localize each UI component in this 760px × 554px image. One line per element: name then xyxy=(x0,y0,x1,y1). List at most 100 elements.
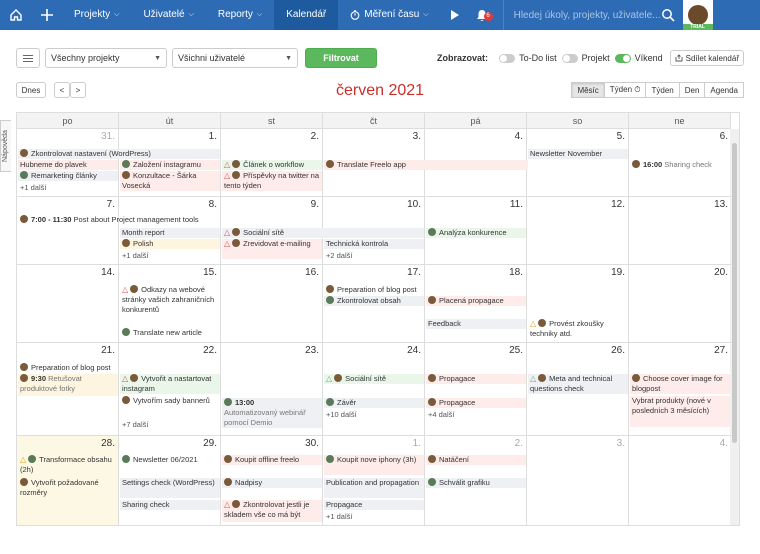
calendar-event[interactable]: Vytvořím sady bannerů xyxy=(120,396,220,416)
day-cell[interactable]: 5. xyxy=(527,129,629,196)
nav-projects[interactable]: Projekty ⌵ xyxy=(62,0,131,30)
calendar-event[interactable]: Koupit offline freelo xyxy=(222,455,322,465)
nav-calendar[interactable]: Kalendář xyxy=(274,0,339,30)
calendar-event[interactable]: Schválit grafiku xyxy=(426,478,526,488)
calendar-event[interactable]: Translate new article xyxy=(120,328,220,338)
calendar-event[interactable]: Nadpisy xyxy=(222,478,322,488)
calendar-event[interactable]: Vybrat produkty (nové v posledních 3 měs… xyxy=(630,396,730,427)
nav-reports[interactable]: Reporty ⌵ xyxy=(206,0,274,30)
filter-button[interactable]: Filtrovat xyxy=(305,48,377,68)
week-row: 14. 15. 16. 17. 18. 19. 20. △ Odkazy na w… xyxy=(17,265,731,343)
more-events-link[interactable]: +1 další xyxy=(326,512,352,521)
calendar-event[interactable]: Translate Freelo app xyxy=(324,160,528,170)
play-icon[interactable] xyxy=(441,9,469,21)
calendar-event[interactable]: Preparation of blog post xyxy=(18,363,220,373)
calendar-event[interactable]: △ Provést zkoušky techniky atd. xyxy=(528,319,628,339)
calendar-event[interactable]: Propagace xyxy=(426,374,526,384)
day-cell[interactable]: 4. xyxy=(629,436,731,525)
calendar-event[interactable]: Newsletter 06/2021 xyxy=(120,455,220,465)
calendar-event[interactable]: Publication and propagation xyxy=(324,478,424,498)
nav-time-tracking[interactable]: Měření času ⌵ xyxy=(338,0,440,30)
home-icon[interactable] xyxy=(0,0,32,30)
view-agenda-button[interactable]: Agenda xyxy=(704,82,744,98)
toggle-switch[interactable] xyxy=(614,53,631,63)
calendar-event[interactable]: 9:30 Retušovat produktové fotky xyxy=(18,374,118,396)
view-week-button[interactable]: Týden xyxy=(645,82,680,98)
more-events-link[interactable]: +7 další xyxy=(122,420,148,429)
menu-icon[interactable] xyxy=(16,48,40,68)
day-cell[interactable]: 14. xyxy=(17,265,119,342)
calendar-event[interactable]: Zkontrolovat nastavení (WordPress) xyxy=(18,149,220,159)
calendar-event[interactable]: Zkontrolovat obsah xyxy=(324,296,424,306)
day-cell[interactable]: 25. xyxy=(425,343,527,435)
calendar-event[interactable]: △ Příspěvky na twitter na tento týden xyxy=(222,171,322,191)
share-calendar-button[interactable]: Sdílet kalendář xyxy=(669,50,744,66)
day-cell[interactable]: 7. xyxy=(17,197,119,264)
view-month-button[interactable]: Měsíc xyxy=(571,82,605,98)
search-input[interactable]: Hledej úkoly, projekty, uživatele... xyxy=(502,0,683,30)
calendar-event[interactable]: Settings check (WordPress) xyxy=(120,478,220,498)
calendar-event[interactable]: Propagace xyxy=(324,500,424,510)
user-avatar[interactable]: TRIAL xyxy=(682,0,713,30)
calendar-event[interactable]: 7:00 - 11:30 Post about Project manageme… xyxy=(18,215,324,225)
calendar-event[interactable]: Newsletter November xyxy=(528,149,628,159)
day-cell[interactable]: 3. xyxy=(527,436,629,525)
toggle-switch[interactable] xyxy=(561,53,578,63)
calendar-event[interactable]: Propagace xyxy=(426,398,526,408)
day-cell[interactable]: 13. xyxy=(629,197,731,264)
more-events-link[interactable]: +2 další xyxy=(326,251,352,260)
user-select[interactable]: Všichni uživatelé ▼ xyxy=(172,48,298,68)
calendar-event[interactable]: Technická kontrola xyxy=(324,239,424,249)
calendar-event[interactable]: Závěr xyxy=(324,398,424,408)
day-cell[interactable]: 20. xyxy=(629,265,731,342)
calendar-event[interactable]: Koupit nove iphony (3h) xyxy=(324,455,424,475)
toggle-todo-list[interactable]: To-Do list xyxy=(499,53,557,63)
calendar-event[interactable]: Placená propagace xyxy=(426,296,526,306)
calendar-event[interactable]: △ Článek o workflow xyxy=(222,160,322,170)
day-cell[interactable]: 24. xyxy=(323,343,425,435)
calendar-event[interactable]: Remarketing články xyxy=(18,171,118,181)
more-events-link[interactable]: +4 další xyxy=(428,410,454,419)
day-cell[interactable]: 12. xyxy=(527,197,629,264)
calendar-event[interactable]: 13:00 Automatizovaný webinář pomocí Demio xyxy=(222,398,322,428)
weekday-label: st xyxy=(221,113,323,128)
calendar-event[interactable]: △ Vytvořit a nastartovat instagram xyxy=(120,374,220,394)
nav-users[interactable]: Uživatelé ⌵ xyxy=(131,0,205,30)
more-events-link[interactable]: +1 další xyxy=(20,183,46,192)
toggle-project[interactable]: Projekt xyxy=(561,53,610,63)
calendar-event[interactable]: △ Transformace obsahu (2h) xyxy=(18,455,118,475)
calendar-event[interactable]: Analýza konkurence xyxy=(426,228,526,238)
view-day-button[interactable]: Den xyxy=(678,82,706,98)
calendar-event[interactable]: Choose cover image for blogpost xyxy=(630,374,730,394)
more-events-link[interactable]: +10 další xyxy=(326,410,357,419)
project-select[interactable]: Všechny projekty ▼ xyxy=(45,48,167,68)
notifications-button[interactable]: 6 xyxy=(469,9,495,22)
calendar-event[interactable]: △ Zrevidovat e-mailing xyxy=(222,239,322,259)
calendar-scrollbar[interactable] xyxy=(730,129,739,525)
calendar-event[interactable]: △ Odkazy na webové stránky vašich zahrani… xyxy=(120,285,220,327)
calendar-event[interactable]: △ Sociální sítě xyxy=(222,228,424,238)
calendar-event[interactable]: △ Meta and technical questions check xyxy=(528,374,628,394)
calendar-event[interactable]: Feedback xyxy=(426,319,526,329)
calendar-event[interactable]: Polish xyxy=(120,239,220,249)
calendar-event[interactable]: Month report xyxy=(120,228,220,238)
toggle-switch[interactable] xyxy=(499,53,516,63)
weekday-label: pá xyxy=(425,113,527,128)
view-week-time-button[interactable]: Týden ⏱ xyxy=(603,82,647,98)
calendar-event[interactable]: △ Sociální sítě xyxy=(324,374,424,384)
calendar-event[interactable]: △ Zkontrolovat jestli je skladem vše co m… xyxy=(222,500,322,522)
help-side-tab[interactable]: Nápověda xyxy=(0,120,11,172)
more-events-link[interactable]: +1 další xyxy=(122,251,148,260)
calendar-event[interactable]: Konzultace - Šárka Vosecká xyxy=(120,171,220,191)
calendar-event[interactable]: Preparation of blog post xyxy=(324,285,730,295)
calendar-event[interactable]: 16:00 Sharing check xyxy=(630,160,730,170)
calendar-event[interactable]: Sharing check xyxy=(120,500,220,510)
calendar-event[interactable]: Hubneme do plavek xyxy=(18,160,118,170)
day-cell[interactable]: 16. xyxy=(221,265,323,342)
calendar-event[interactable]: Vytvořit požadované rozměry xyxy=(18,478,118,498)
add-icon[interactable] xyxy=(32,0,62,30)
calendar-event[interactable]: Natáčení xyxy=(426,455,526,465)
scrollbar-thumb[interactable] xyxy=(732,143,737,443)
calendar-event[interactable]: Založení instagramu xyxy=(120,160,220,170)
toggle-weekend[interactable]: Víkend xyxy=(614,53,663,63)
